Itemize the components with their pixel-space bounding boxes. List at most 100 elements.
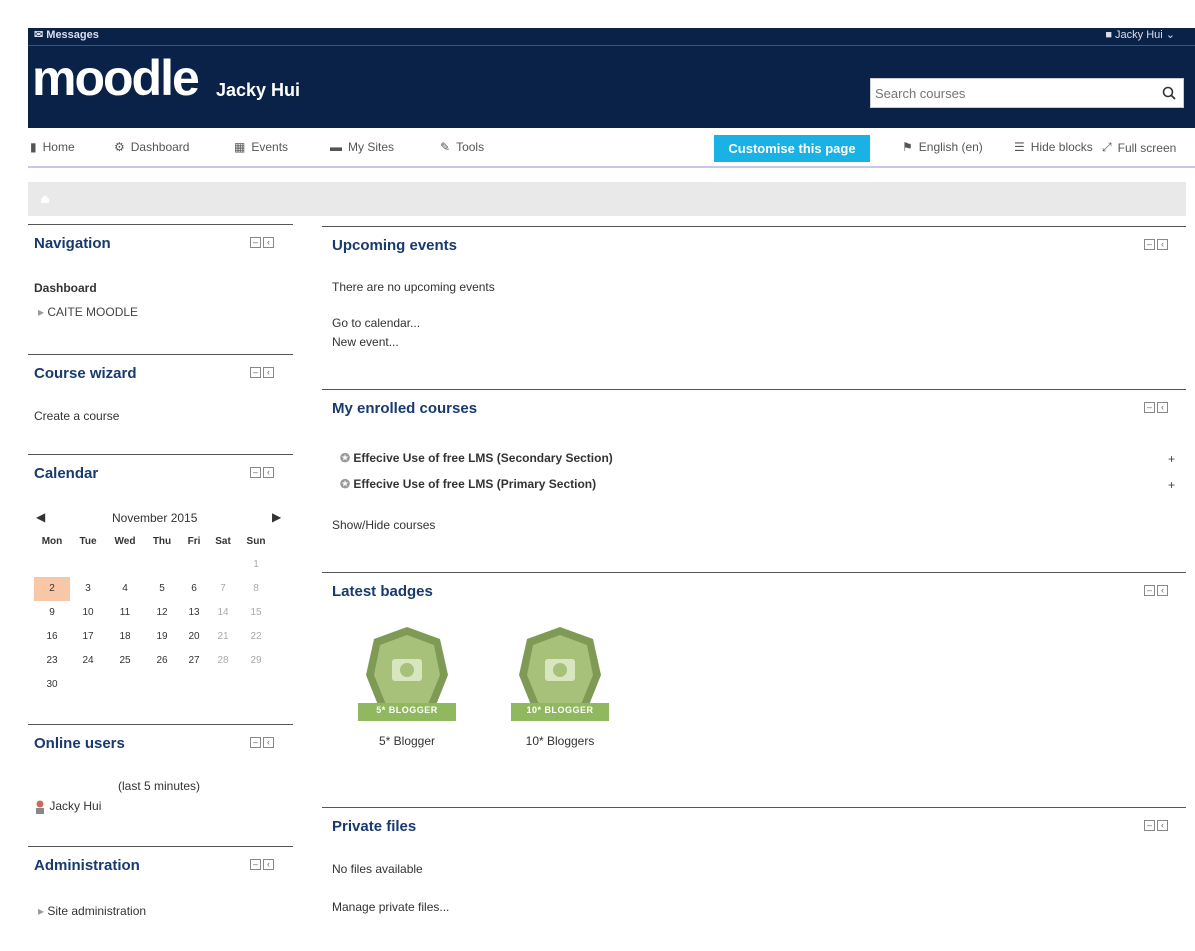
calendar-day[interactable]: 2: [34, 577, 70, 601]
new-event-link[interactable]: New event...: [332, 335, 399, 349]
calendar-day[interactable]: 25: [106, 649, 144, 673]
user-menu[interactable]: ■ Jacky Hui ⌄: [1105, 28, 1175, 41]
calendar-day[interactable]: 1: [238, 553, 274, 577]
nav-language[interactable]: ⚑ English (en): [902, 140, 983, 154]
calendar-day[interactable]: 27: [180, 649, 208, 673]
show-hide-courses-link[interactable]: Show/Hide courses: [332, 518, 435, 532]
calendar-empty-cell: [238, 673, 274, 697]
site-header: ✉ Messages ■ Jacky Hui ⌄ moodle Jacky Hu…: [28, 28, 1195, 128]
dock-icon[interactable]: ‹: [263, 467, 274, 478]
calendar-empty-cell: [180, 673, 208, 697]
calendar-day[interactable]: 21: [208, 625, 238, 649]
block-title: My enrolled courses: [332, 400, 478, 417]
calendar-day[interactable]: 14: [208, 601, 238, 625]
calendar-day[interactable]: 10: [70, 601, 106, 625]
block-controls[interactable]: – ‹: [1144, 820, 1168, 831]
calendar-week: 2345678: [34, 577, 274, 601]
course-item[interactable]: ✪ Effecive Use of free LMS (Secondary Se…: [340, 451, 613, 465]
nav-tree-item[interactable]: ▸ CAITE MOODLE: [38, 305, 138, 319]
calendar-day[interactable]: 7: [208, 577, 238, 601]
minimise-icon[interactable]: –: [1144, 402, 1155, 413]
minimise-icon[interactable]: –: [1144, 585, 1155, 596]
minimise-icon[interactable]: –: [250, 367, 261, 378]
nav-full-screen[interactable]: ⤢ Full screen: [1102, 140, 1176, 155]
calendar-day[interactable]: 5: [144, 577, 180, 601]
dock-icon[interactable]: ‹: [1157, 585, 1168, 596]
minimise-icon[interactable]: –: [1144, 239, 1155, 250]
calendar-day[interactable]: 6: [180, 577, 208, 601]
calendar-day[interactable]: 12: [144, 601, 180, 625]
calendar-day[interactable]: 11: [106, 601, 144, 625]
calendar-day[interactable]: 3: [70, 577, 106, 601]
badge-item[interactable]: 5* BLOGGER 5* Blogger: [352, 623, 462, 748]
calendar-day[interactable]: 15: [238, 601, 274, 625]
customise-page-button[interactable]: Customise this page: [714, 135, 870, 162]
goto-calendar-link[interactable]: Go to calendar...: [332, 316, 420, 330]
calendar-day[interactable]: 20: [180, 625, 208, 649]
weekday-label: Wed: [114, 536, 136, 547]
dock-icon[interactable]: ‹: [263, 367, 274, 378]
create-course-link[interactable]: Create a course: [34, 409, 119, 423]
minimise-icon[interactable]: –: [250, 467, 261, 478]
minimise-icon[interactable]: –: [250, 737, 261, 748]
calendar-day[interactable]: 18: [106, 625, 144, 649]
expand-course-icon[interactable]: +: [1168, 452, 1175, 466]
minimise-icon[interactable]: –: [1144, 820, 1155, 831]
nav-home[interactable]: ▮ Home: [30, 140, 75, 154]
block-controls[interactable]: – ‹: [250, 859, 274, 870]
calendar-week: 9 10 11 12 13 14 15: [34, 601, 274, 625]
block-controls[interactable]: – ‹: [250, 467, 274, 478]
site-name: Jacky Hui: [216, 80, 301, 100]
nav-dashboard[interactable]: ⚙ Dashboard: [114, 140, 189, 154]
nav-my-sites[interactable]: ▬ My Sites: [330, 140, 394, 154]
calendar-day[interactable]: 9: [34, 601, 70, 625]
badge-item[interactable]: 10* BLOGGER 10* Bloggers: [505, 623, 615, 748]
dock-icon[interactable]: ‹: [1157, 402, 1168, 413]
next-month-icon[interactable]: ▶: [272, 510, 281, 524]
search-icon[interactable]: [1161, 85, 1177, 101]
messages-link[interactable]: ✉ Messages: [34, 28, 99, 41]
calendar-day[interactable]: 17: [70, 625, 106, 649]
calendar-day[interactable]: 28: [208, 649, 238, 673]
calendar-day[interactable]: 24: [70, 649, 106, 673]
nav-tools[interactable]: ✎ Tools: [440, 140, 484, 154]
dock-icon[interactable]: ‹: [263, 859, 274, 870]
dock-icon[interactable]: ‹: [1157, 820, 1168, 831]
block-controls[interactable]: – ‹: [250, 237, 274, 248]
calendar-day[interactable]: 8: [238, 577, 274, 601]
dock-icon[interactable]: ‹: [263, 737, 274, 748]
expand-course-icon[interactable]: +: [1168, 478, 1175, 492]
calendar-week: 30: [34, 673, 274, 697]
dock-icon[interactable]: ‹: [1157, 239, 1168, 250]
calendar-day[interactable]: 29: [238, 649, 274, 673]
minimise-icon[interactable]: –: [250, 237, 261, 248]
search-input[interactable]: [871, 79, 1151, 107]
block-controls[interactable]: – ‹: [1144, 402, 1168, 413]
nav-hide-blocks[interactable]: ☰ Hide blocks: [1014, 140, 1093, 154]
block-controls[interactable]: – ‹: [250, 737, 274, 748]
block-controls[interactable]: – ‹: [250, 367, 274, 378]
manage-files-link[interactable]: Manage private files...: [332, 900, 449, 914]
calendar-day[interactable]: 19: [144, 625, 180, 649]
minimise-icon[interactable]: –: [250, 859, 261, 870]
course-item[interactable]: ✪ Effecive Use of free LMS (Primary Sect…: [340, 477, 596, 491]
calendar-day[interactable]: 23: [34, 649, 70, 673]
block-controls[interactable]: – ‹: [1144, 239, 1168, 250]
block-controls[interactable]: – ‹: [1144, 585, 1168, 596]
nav-dashboard-link[interactable]: Dashboard: [34, 281, 97, 295]
home-icon[interactable]: [40, 194, 50, 204]
calendar-day[interactable]: 4: [106, 577, 144, 601]
enrolled-courses-block: My enrolled courses – ‹ ✪ Effecive Use of…: [322, 389, 1186, 573]
site-admin-item[interactable]: ▸ Site administration: [38, 904, 146, 918]
nav-events[interactable]: ▦ Events: [234, 140, 288, 154]
online-user-item[interactable]: Jacky Hui: [34, 799, 101, 814]
calendar-day[interactable]: 13: [180, 601, 208, 625]
calendar-empty-cell: [70, 553, 106, 577]
prev-month-icon[interactable]: ◀: [36, 510, 45, 524]
calendar-day[interactable]: 16: [34, 625, 70, 649]
dock-icon[interactable]: ‹: [263, 237, 274, 248]
calendar-day[interactable]: 26: [144, 649, 180, 673]
calendar-day[interactable]: 30: [34, 673, 70, 697]
moodle-logo[interactable]: moodle: [32, 50, 200, 106]
calendar-day[interactable]: 22: [238, 625, 274, 649]
